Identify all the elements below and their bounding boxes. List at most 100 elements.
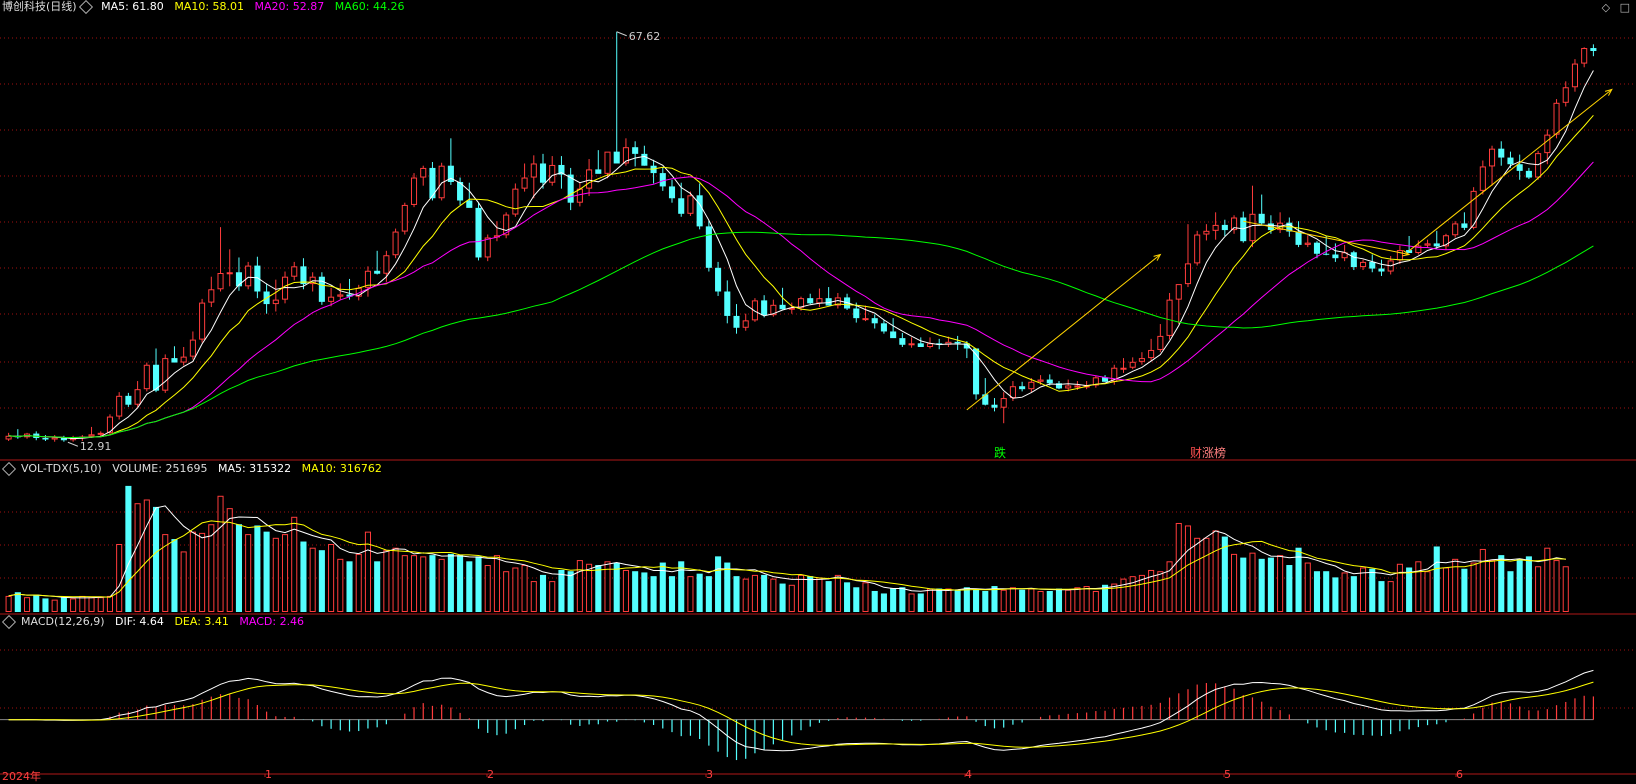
maximize-icon[interactable]: □ xyxy=(1620,1,1630,14)
volume-bar-down xyxy=(125,485,132,612)
candle-up xyxy=(1028,381,1035,390)
candle-down xyxy=(890,331,897,339)
candle-up xyxy=(1175,284,1182,300)
volume-bar-up xyxy=(834,574,841,613)
volume-bar-down xyxy=(1323,571,1330,612)
volume-bar-down xyxy=(982,590,989,612)
volume-bar-down xyxy=(171,539,178,612)
volume-bar-up xyxy=(1194,537,1201,612)
volume-bar-up xyxy=(1175,522,1182,612)
event-marker-drop[interactable]: 跌 xyxy=(994,444,1006,461)
volume-bar-up xyxy=(751,574,758,613)
candle-up xyxy=(1304,242,1311,245)
candle-up xyxy=(1562,87,1569,103)
volume-value: VOLUME: 251695 xyxy=(112,462,208,475)
volume-bar-down xyxy=(844,582,851,612)
volume-bar-up xyxy=(484,565,491,613)
volume-bar-down xyxy=(300,541,307,612)
candle-down xyxy=(1350,252,1357,268)
candle-down xyxy=(678,198,685,214)
volume-settings-icon[interactable] xyxy=(1,461,17,477)
low-price-label: 12.91 xyxy=(80,440,112,453)
volume-bar-down xyxy=(1055,588,1063,612)
candle-down xyxy=(1019,386,1026,390)
candle-up xyxy=(226,272,233,275)
volume-bar-up xyxy=(521,565,528,613)
volume-bar-up xyxy=(420,556,427,613)
volume-bar-down xyxy=(659,562,666,612)
volume-bar-up xyxy=(1396,563,1403,612)
volume-bar-down xyxy=(152,506,160,612)
volume-bar-down xyxy=(825,581,832,612)
x-axis-month-3: 3 xyxy=(706,768,713,781)
volume-bar-down xyxy=(954,589,961,612)
event-marker-finance[interactable]: 财涨榜 xyxy=(1190,444,1226,461)
candle-up xyxy=(549,164,556,183)
stock-chart: 67.62 12.91 xyxy=(0,30,1636,777)
volume-bar-up xyxy=(392,547,399,613)
candle-up xyxy=(1000,398,1007,408)
volume-bar-down xyxy=(429,555,436,612)
volume-bar-down xyxy=(807,576,814,612)
candle-up xyxy=(862,318,869,321)
volume-bar-down xyxy=(60,597,67,612)
candle-down xyxy=(659,173,666,187)
volume-bar-up xyxy=(5,595,12,612)
candle-down xyxy=(42,438,49,440)
volume-bar-up xyxy=(1304,562,1311,613)
candle-up xyxy=(797,298,805,308)
event-rise: 涨榜 xyxy=(1202,446,1227,460)
volume-bar-up xyxy=(383,550,390,613)
volume-indicator-name: VOL-TDX(5,10) xyxy=(21,462,102,475)
candle-up xyxy=(1157,335,1164,350)
volume-bar-up xyxy=(1387,581,1394,612)
volume-bar-down xyxy=(936,588,943,612)
volume-bar-down xyxy=(1516,558,1523,612)
volume-bar-up xyxy=(217,495,224,613)
candle-up xyxy=(1571,63,1579,88)
volume-bar-down xyxy=(1258,558,1265,612)
volume-bar-down xyxy=(42,598,49,612)
volume-bar-down xyxy=(457,555,464,612)
candle-down xyxy=(1313,242,1321,254)
volume-bar-up xyxy=(1535,566,1542,612)
ma20-legend: MA20: 52.87 xyxy=(254,0,325,13)
volume-bar-up xyxy=(1000,589,1007,613)
ma5-legend: MA5: 61.80 xyxy=(101,0,164,13)
volume-bar-down xyxy=(1046,590,1053,612)
macd-settings-icon[interactable] xyxy=(1,614,17,630)
candle-up xyxy=(1544,134,1551,154)
candle-up xyxy=(926,343,934,347)
candle-down xyxy=(761,300,768,316)
candle-up xyxy=(1360,261,1367,268)
candle-up xyxy=(291,266,298,277)
candle-up xyxy=(1148,349,1155,359)
volume-bar-up xyxy=(1065,589,1072,613)
settings-diamond-icon[interactable] xyxy=(78,0,93,15)
candle-down xyxy=(475,207,482,258)
volume-bar-down xyxy=(14,592,21,612)
volume-ma5: MA5: 315322 xyxy=(217,462,292,475)
candle-down xyxy=(705,226,712,268)
candle-down xyxy=(973,348,980,395)
volume-bar-down xyxy=(1433,546,1440,612)
x-axis-month-2: 2 xyxy=(487,768,494,781)
candle-down xyxy=(1295,231,1302,245)
candle-down xyxy=(374,270,381,274)
volume-bar-down xyxy=(853,587,860,612)
volume-bar-up xyxy=(1184,525,1192,612)
candle-down xyxy=(853,308,860,319)
candle-down xyxy=(1369,261,1376,269)
volume-ma10-line xyxy=(8,520,1566,598)
volume-bar-up xyxy=(908,593,915,612)
candle-up xyxy=(199,302,206,340)
volume-bar-up xyxy=(1092,590,1099,612)
volume-bar-down xyxy=(1378,581,1385,612)
volume-bar-down xyxy=(715,556,722,612)
diamond-icon[interactable]: ◇ xyxy=(1602,1,1610,14)
price-panel xyxy=(5,31,1597,442)
candle-up xyxy=(742,320,749,328)
volume-bar-up xyxy=(1424,571,1431,613)
volume-bar-up xyxy=(945,588,952,613)
candle-up xyxy=(337,294,344,297)
